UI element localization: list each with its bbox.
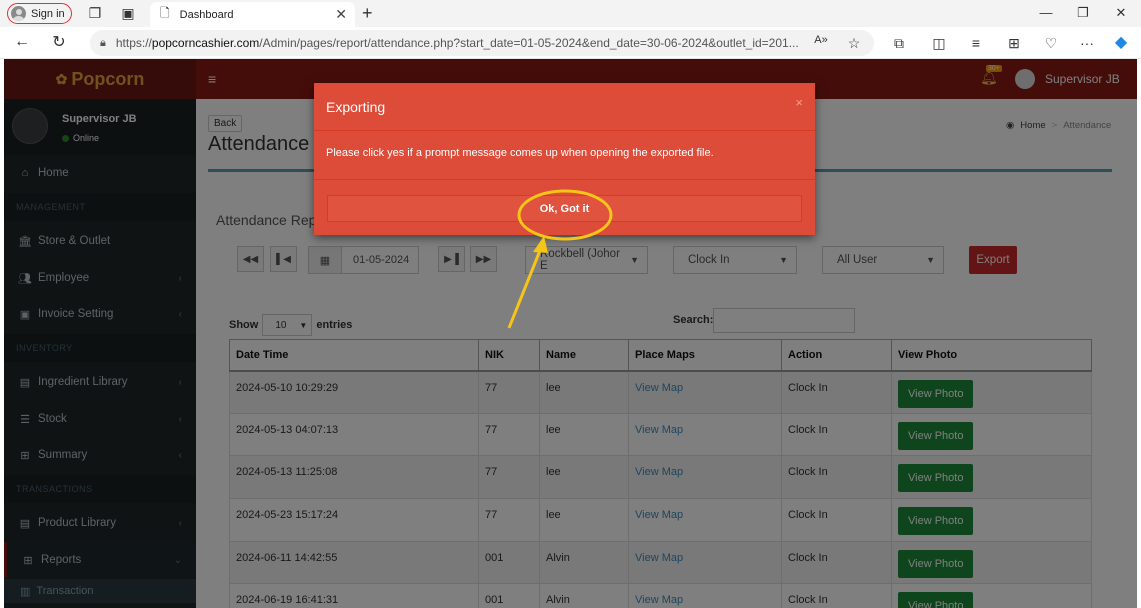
browser-address-bar: ← ↻ 🔒︎ https://popcorncashier.com/Admin/… [0,27,1141,59]
close-window-icon[interactable]: ✕ [1111,5,1131,21]
workspaces-icon[interactable]: ❐ [87,5,103,21]
lock-icon: 🔒︎ [100,36,106,49]
collections-icon[interactable]: ⊞ [1005,35,1023,52]
url-prefix: https:// [115,36,152,50]
admin-app: ✿ Popcorn Supervisor JB Online ⌂ Home MA… [4,59,1137,608]
modal-body: Please click yes if a prompt message com… [314,132,815,180]
restore-icon[interactable]: ❐ [1073,5,1093,21]
new-tab-icon[interactable]: + [362,3,373,24]
tab-title: Dashboard [179,8,234,21]
copilot-icon[interactable]: ◆ [1112,32,1130,52]
profile-avatar-icon [11,6,26,21]
page-icon: 🗋 [160,6,170,20]
extensions-icon[interactable]: ⧉ [890,35,908,52]
favorite-star-icon[interactable]: ☆ [845,35,863,52]
tab-dashboard[interactable]: 🗋 Dashboard ✕ [150,2,355,27]
sign-in-label: Sign in [31,7,65,20]
modal-message: Please click yes if a prompt message com… [326,147,714,159]
read-aloud-icon[interactable]: A» [812,34,830,46]
refresh-icon[interactable]: ↻ [50,32,68,52]
close-tab-icon[interactable]: ✕ [335,6,347,23]
split-screen-icon[interactable]: ◫ [930,35,948,52]
browser-tab-bar: Sign in ❐ ▣ 🗋 Dashboard ✕ + — ❐ ✕ [0,0,1141,27]
minimize-icon[interactable]: — [1036,5,1056,20]
url-path: /Admin/pages/report/attendance.php?start… [259,36,799,50]
modal-title: Exporting [326,99,386,115]
more-menu-icon[interactable]: ··· [1078,35,1096,51]
browser-essentials-icon[interactable]: ♡ [1042,35,1060,52]
tab-actions-icon[interactable]: ▣ [120,5,136,21]
back-arrow-icon[interactable]: ← [13,33,31,51]
modal-header: Exporting × [314,83,815,131]
favorites-list-icon[interactable]: ≡ [967,35,985,51]
url-host: popcorncashier.com [151,36,260,50]
browser-sign-in-button[interactable]: Sign in [7,3,72,24]
url-input[interactable]: 🔒︎ https://popcorncashier.com/Admin/page… [90,30,874,56]
close-icon[interactable]: × [795,95,803,110]
ok-got-it-button[interactable]: Ok, Got it [327,195,802,222]
exporting-modal: Exporting × Please click yes if a prompt… [314,83,815,235]
